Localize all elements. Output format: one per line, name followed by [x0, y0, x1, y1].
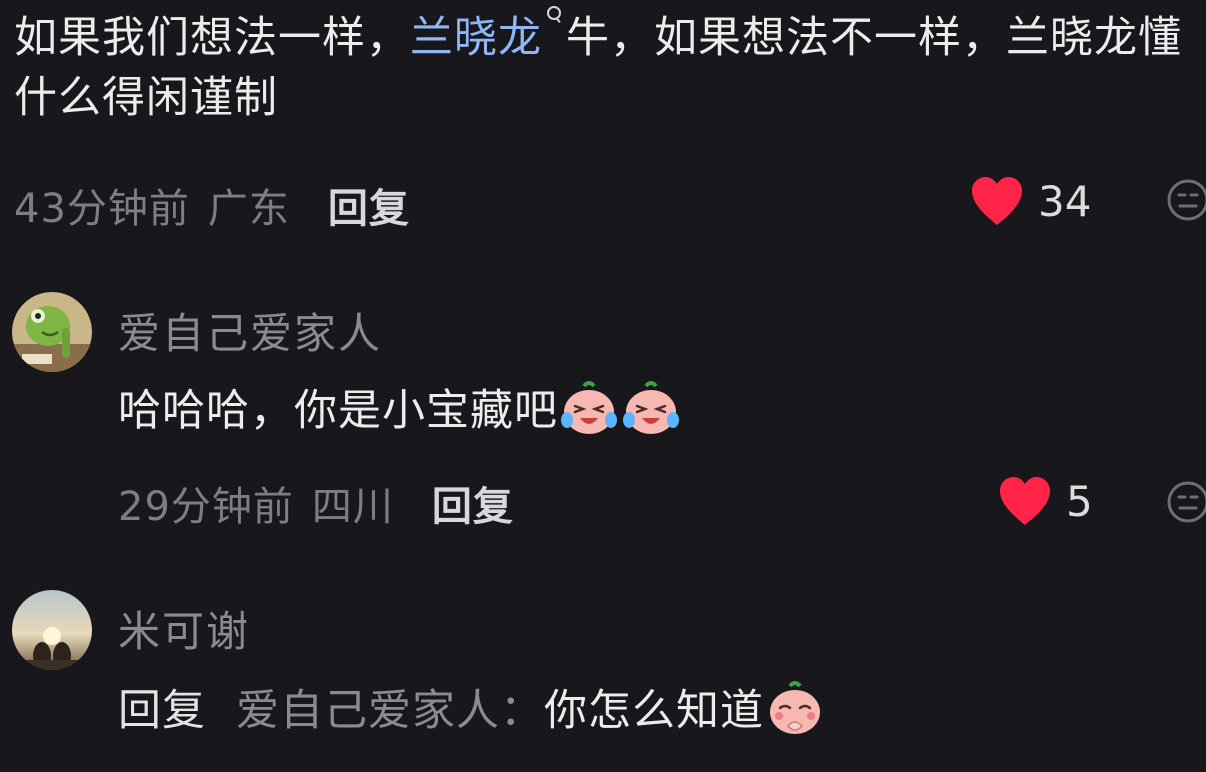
reply-prefix: 回复: [118, 686, 206, 736]
dislike-icon[interactable]: [1166, 480, 1206, 524]
username[interactable]: 米可谢: [118, 598, 250, 659]
comment-time: 43分钟前: [14, 186, 190, 232]
crying-laughing-emoji-icon: [561, 381, 617, 434]
heart-icon: [1000, 477, 1050, 525]
like-button[interactable]: 34: [968, 174, 1091, 228]
like-count: 5: [1066, 476, 1093, 526]
search-icon[interactable]: [546, 4, 562, 28]
comment-text: 你怎么知道: [544, 686, 764, 736]
avatar[interactable]: [12, 292, 92, 372]
shy-praying-emoji-icon: [770, 681, 820, 734]
mention-link[interactable]: 兰晓龙: [410, 13, 542, 63]
avatar[interactable]: [12, 590, 92, 670]
comment-body: 哈哈哈，你是小宝藏吧: [118, 376, 682, 438]
reply-button[interactable]: 回复: [432, 474, 514, 532]
sunset-avatar-icon: [12, 590, 92, 670]
comment-thread: 如果我们想法一样，兰晓龙 牛，如果想法不一样，兰晓龙懂什么得闲谨制 43分钟前 广…: [0, 0, 1206, 772]
comment-region: 广东: [207, 186, 290, 232]
comment-text-part1: 如果我们想法一样，: [14, 13, 410, 63]
like-count: 34: [1038, 176, 1092, 226]
reply-button[interactable]: 回复: [328, 176, 410, 234]
comment-body: 回复 爱自己爱家人： 你怎么知道: [118, 676, 826, 738]
comment-text: 哈哈哈，你是小宝藏吧: [118, 386, 558, 436]
comment-time: 29分钟前: [118, 484, 294, 530]
username[interactable]: 爱自己爱家人: [118, 300, 382, 361]
heart-icon: [972, 177, 1022, 225]
comment-meta: 29分钟前 四川 回复: [118, 474, 514, 532]
dislike-icon[interactable]: [1166, 178, 1206, 222]
crying-laughing-emoji-icon: [623, 381, 679, 434]
comment-meta: 43分钟前 广东 回复: [14, 176, 410, 234]
like-button[interactable]: 5: [996, 474, 1093, 528]
reply-target-username[interactable]: 爱自己爱家人：: [236, 676, 544, 738]
frog-avatar-icon: [12, 292, 92, 372]
comment-body: 如果我们想法一样，兰晓龙 牛，如果想法不一样，兰晓龙懂什么得闲谨制: [14, 4, 1194, 128]
comment-region: 四川: [311, 484, 394, 530]
